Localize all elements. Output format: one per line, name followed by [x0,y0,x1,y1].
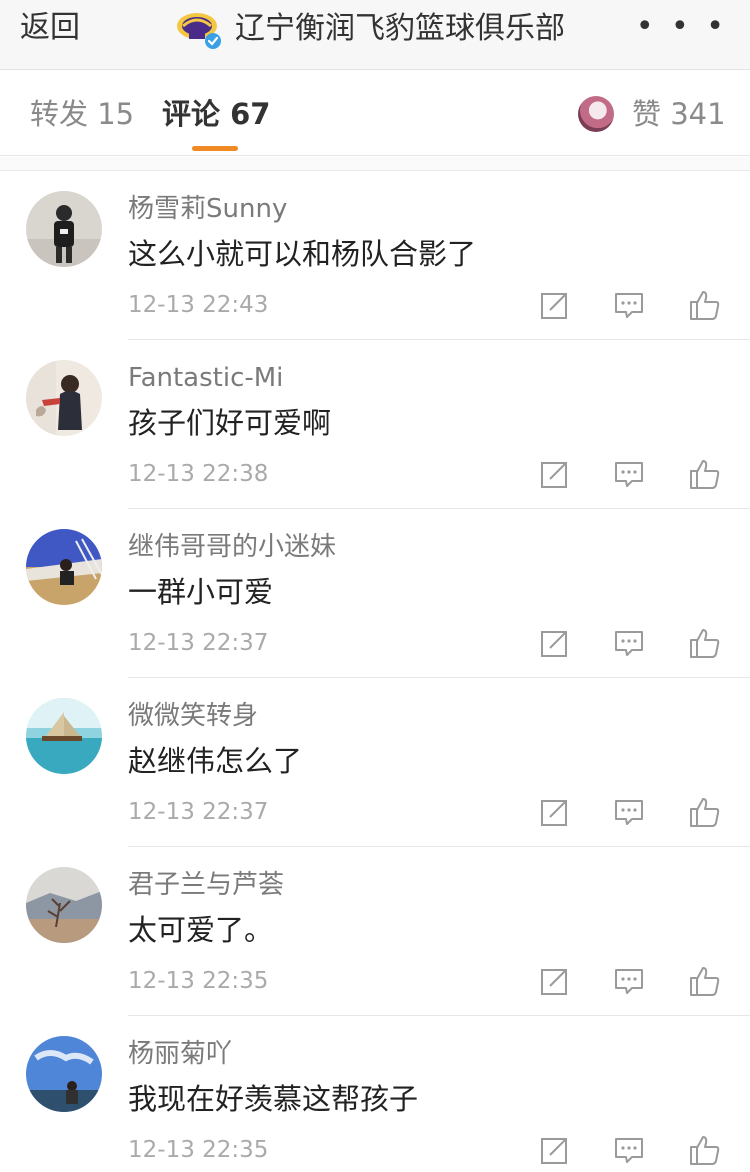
avatar[interactable] [26,1036,102,1112]
comment-icon[interactable] [612,964,646,998]
section-gap [0,157,750,171]
more-options-button[interactable]: • • • [636,12,728,42]
tab-comment[interactable]: 评论 67 [162,96,270,132]
repost-icon[interactable] [538,288,572,322]
thumbs-up-icon[interactable] [688,1133,722,1167]
comment-username[interactable]: 继伟哥哥的小迷妹 [128,531,336,563]
top-bar: 返回 辽宁衡润飞豹篮球俱乐部 • • • [0,0,750,70]
comment-icon[interactable] [612,457,646,491]
thumbs-up-icon[interactable] [688,795,722,829]
tab-repost[interactable]: 转发 15 [30,96,134,132]
comment-time: 12-13 22:35 [128,1137,269,1163]
liker-avatar[interactable] [578,96,614,132]
thumbs-up-icon[interactable] [688,626,722,660]
thumbs-up-icon[interactable] [688,288,722,322]
comment-username[interactable]: 杨丽菊吖 [128,1038,232,1070]
comment-item: 杨丽菊吖 我现在好羡慕这帮孩子 12-13 22:35 [0,1016,750,1172]
comment-text: 太可爱了。 [128,913,274,947]
comment-item: 君子兰与芦荟 太可爱了。 12-13 22:35 [0,847,750,1016]
comment-icon[interactable] [612,795,646,829]
active-tab-indicator [192,146,238,151]
avatar[interactable] [26,360,102,436]
comment-icon[interactable] [612,288,646,322]
comment-item: 继伟哥哥的小迷妹 一群小可爱 12-13 22:37 [0,509,750,678]
repost-icon[interactable] [538,1133,572,1167]
comment-text: 赵继伟怎么了 [128,744,303,778]
comment-username[interactable]: Fantastic-Mi [128,362,283,394]
comment-icon[interactable] [612,1133,646,1167]
avatar[interactable] [26,191,102,267]
avatar[interactable] [26,867,102,943]
comment-time: 12-13 22:35 [128,968,269,994]
club-logo-icon [175,6,227,52]
avatar[interactable] [26,698,102,774]
repost-icon[interactable] [538,626,572,660]
comment-item: 杨雪莉Sunny 这么小就可以和杨队合影了 12-13 22:43 [0,171,750,340]
thumbs-up-icon[interactable] [688,457,722,491]
comment-username[interactable]: 君子兰与芦荟 [128,869,284,901]
comment-icon[interactable] [612,626,646,660]
repost-icon[interactable] [538,457,572,491]
repost-icon[interactable] [538,964,572,998]
verified-badge-icon [205,33,221,49]
back-button[interactable]: 返回 [20,10,80,46]
tab-bar: 转发 15 评论 67 赞 341 [0,70,750,156]
tab-like[interactable]: 赞 341 [632,96,726,132]
comment-text: 我现在好羡慕这帮孩子 [128,1082,419,1116]
page-title: 辽宁衡润飞豹篮球俱乐部 [235,11,565,46]
comment-username[interactable]: 微微笑转身 [128,700,258,732]
avatar[interactable] [26,529,102,605]
comment-time: 12-13 22:38 [128,461,269,487]
repost-icon[interactable] [538,795,572,829]
comment-text: 孩子们好可爱啊 [128,406,332,440]
thumbs-up-icon[interactable] [688,964,722,998]
comment-time: 12-13 22:43 [128,292,269,318]
comment-time: 12-13 22:37 [128,799,269,825]
comment-item: Fantastic-Mi 孩子们好可爱啊 12-13 22:38 [0,340,750,509]
comment-text: 一群小可爱 [128,575,274,609]
comment-item: 微微笑转身 赵继伟怎么了 12-13 22:37 [0,678,750,847]
comment-text: 这么小就可以和杨队合影了 [128,237,477,271]
title-area: 辽宁衡润飞豹篮球俱乐部 [175,6,565,52]
comment-time: 12-13 22:37 [128,630,269,656]
comment-username[interactable]: 杨雪莉Sunny [128,193,287,225]
